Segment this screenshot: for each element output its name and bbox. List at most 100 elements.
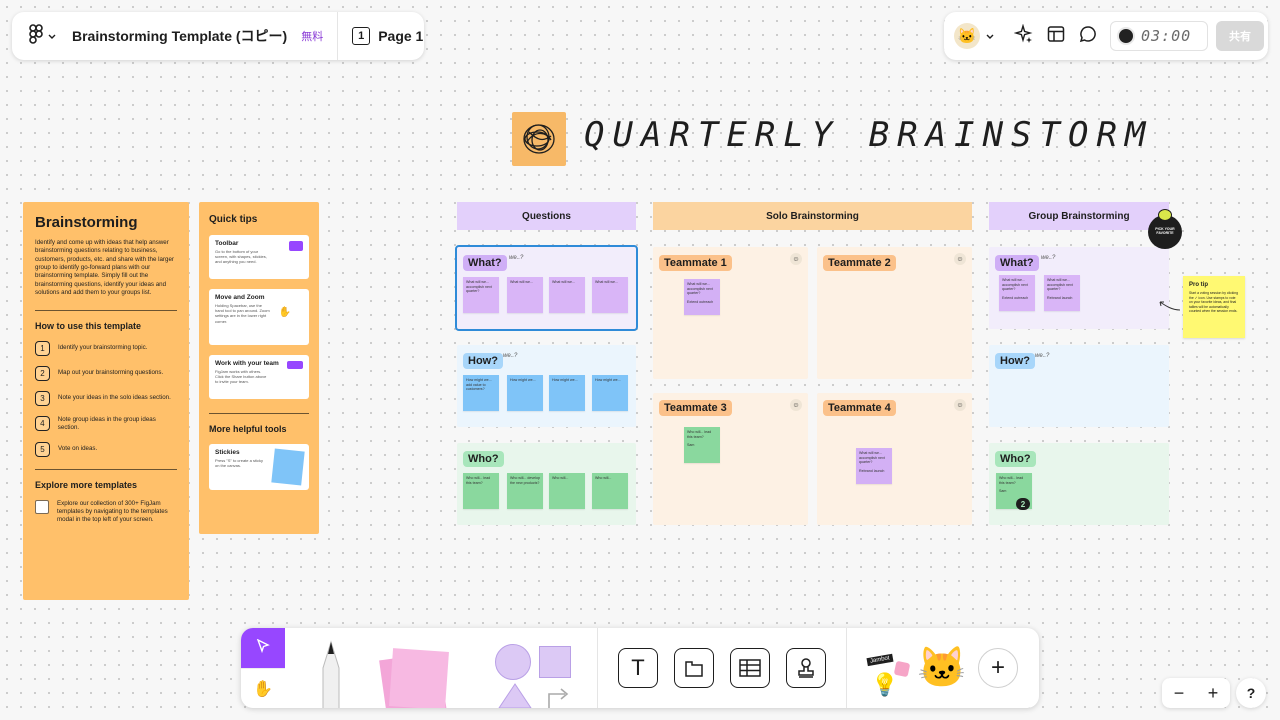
sticky-note[interactable]: Who will... develop the new products? — [507, 473, 543, 509]
share-preview-icon — [287, 361, 303, 369]
section-header-questions[interactable]: Questions — [457, 202, 636, 230]
tip-text: Go to the bottom of your screen, with sh… — [215, 249, 267, 265]
question-tag: How? — [995, 353, 1035, 369]
layout-button[interactable] — [1040, 20, 1072, 52]
step-item: 4 Note group ideas in the group ideas se… — [35, 416, 177, 432]
step-2-icon: 2 — [35, 365, 50, 381]
sticky-text: What will we... accomplish next quarter? — [859, 451, 885, 465]
main-menu-button[interactable] — [12, 12, 66, 60]
stickers-decor-icon — [893, 660, 911, 678]
sticky-note[interactable]: What will we... accomplish next quarter?… — [856, 448, 892, 484]
select-tool-button[interactable] — [241, 628, 285, 668]
circle-shape-icon — [495, 644, 531, 680]
step-4-icon: 4 — [35, 416, 50, 432]
sticky-note[interactable]: What will we... — [592, 277, 628, 313]
help-button[interactable]: ? — [1236, 678, 1266, 708]
plan-badge: 無料 — [301, 31, 324, 43]
sticky-subtext: Extend outreach — [687, 300, 714, 305]
section-header-group[interactable]: Group Brainstorming — [989, 202, 1169, 230]
step-text: Vote on ideas. — [58, 445, 98, 453]
tag-tail: we..? — [509, 255, 524, 261]
tip-card-team: Work with your team FigJam works with ot… — [209, 355, 309, 399]
quick-tips-panel: Quick tips Toolbar Go to the bottom of y… — [199, 202, 319, 534]
table-tool-button[interactable] — [730, 648, 770, 688]
square-shape-icon — [539, 646, 571, 678]
sticky-note[interactable]: What will we... accomplish next quarter? — [463, 277, 499, 313]
bottom-toolbar: ✋ T Jambot 💡 🐱 + — [241, 628, 1039, 708]
plus-icon: + — [990, 654, 1005, 681]
marker-tool-button[interactable] — [309, 638, 353, 708]
divider — [846, 628, 847, 708]
solo-board-teammate-1[interactable]: Teammate 1 ☺ What will we... accomplish … — [653, 247, 808, 379]
text-tool-button[interactable]: T — [618, 648, 658, 688]
questions-board-who[interactable]: Who? Who will... lead this team? Who wil… — [457, 443, 636, 525]
section-tool-button[interactable] — [674, 648, 714, 688]
group-board-what[interactable]: What? we..? What will we... accomplish n… — [989, 247, 1169, 329]
solo-board-teammate-4[interactable]: Teammate 4 ☺ What will we... accomplish … — [817, 393, 972, 525]
teammate-tag: Teammate 2 — [823, 255, 896, 271]
sticky-note[interactable]: What will we... accomplish next quarter?… — [999, 275, 1035, 311]
avatar-icon: ☺ — [790, 399, 802, 411]
sticky-note[interactable]: What will we... — [549, 277, 585, 313]
tip-title: Move and Zoom — [215, 294, 265, 301]
sticky-text: What will we... accomplish next quarter? — [1002, 278, 1028, 292]
add-tool-button[interactable]: + — [978, 648, 1018, 688]
sticky-note[interactable]: How might we... — [549, 375, 585, 411]
tip-text: FigJam works with others. Click the Shar… — [215, 369, 267, 385]
sticky-note[interactable]: What will we... — [507, 277, 543, 313]
file-title[interactable]: Brainstorming Template (コピー) — [72, 26, 287, 46]
sticky-text: What will we... accomplish next quarter? — [687, 282, 713, 296]
sticky-note[interactable]: Who will... lead this team? — [463, 473, 499, 509]
question-tag: What? — [995, 255, 1039, 271]
layout-icon — [1047, 25, 1065, 48]
sticky-subtext: Rebrand launch — [1047, 296, 1073, 301]
teammate-tag: Teammate 3 — [659, 400, 732, 416]
page-selector[interactable]: 1 Page 1 — [338, 27, 423, 45]
sticky-tool-button[interactable] — [373, 646, 453, 708]
timer-widget[interactable]: 03:00 — [1110, 21, 1208, 51]
sticky-note[interactable]: How might we... — [507, 375, 543, 411]
comment-button[interactable] — [1072, 20, 1104, 52]
sticky-text: Who will... lead this team? — [999, 476, 1024, 485]
share-button[interactable]: 共有 — [1216, 21, 1264, 51]
tip-card-toolbar: Toolbar Go to the bottom of your screen,… — [209, 235, 309, 279]
avatar-menu[interactable]: 🐱 — [954, 23, 994, 49]
question-tag: What? — [463, 255, 507, 271]
sticky-note[interactable]: What will we... accomplish next quarter?… — [684, 279, 720, 315]
stamp-tool-button[interactable] — [786, 648, 826, 688]
group-board-how[interactable]: How? we..? — [989, 345, 1169, 427]
ai-button[interactable] — [1008, 20, 1040, 52]
hand-tool-button[interactable]: ✋ — [241, 668, 285, 708]
questions-board-what[interactable]: What? we..? What will we... accomplish n… — [455, 245, 638, 331]
sticky-note[interactable]: How might we... — [592, 375, 628, 411]
sticky-note[interactable]: Who will... — [549, 473, 585, 509]
explore-text: Explore our collection of 300+ FigJam te… — [57, 499, 168, 523]
zoom-out-button[interactable]: − — [1174, 683, 1185, 704]
sticky-note[interactable]: What will we... accomplish next quarter?… — [1044, 275, 1080, 311]
vote-badge-text: PICK YOUR FAVORITE — [1155, 227, 1175, 235]
teammate-tag: Teammate 4 — [823, 400, 896, 416]
shape-tool-button[interactable] — [491, 640, 581, 708]
teammate-tag: Teammate 1 — [659, 255, 732, 271]
solo-board-teammate-3[interactable]: Teammate 3 ☺ Who will... lead this team?… — [653, 393, 808, 525]
question-tag: Who? — [463, 451, 504, 467]
vote-badge[interactable]: PICK YOUR FAVORITE — [1148, 209, 1182, 249]
zoom-in-button[interactable]: + — [1208, 683, 1219, 704]
section-icon — [685, 661, 703, 677]
pro-tip-sticky[interactable]: Pro tip Start a voting session by clicki… — [1183, 276, 1245, 338]
sticky-note[interactable]: Who will... — [592, 473, 628, 509]
vote-count-stamp: 2 — [1016, 498, 1030, 510]
zoom-controls: − + — [1162, 678, 1230, 708]
group-board-who[interactable]: Who? Who will... lead this team? Sam 2 — [989, 443, 1169, 525]
solo-board-teammate-2[interactable]: Teammate 2 ☺ — [817, 247, 972, 379]
chevron-down-icon — [986, 27, 994, 45]
jambot-label: Jambot — [866, 653, 894, 667]
sticky-note[interactable]: How might we... add value to customers? — [463, 375, 499, 411]
step-text: Note your ideas in the solo ideas sectio… — [58, 393, 171, 401]
sticky-note[interactable]: Who will... lead this team? Sam — [684, 427, 720, 463]
section-header-solo[interactable]: Solo Brainstorming — [653, 202, 972, 230]
hand-icon: ✋ — [278, 307, 291, 318]
stickers-tool-button[interactable]: Jambot 💡 🐱 — [863, 638, 971, 704]
avatar-cat-icon: 🐱 — [954, 23, 980, 49]
questions-board-how[interactable]: How? we..? How might we... add value to … — [457, 345, 636, 427]
